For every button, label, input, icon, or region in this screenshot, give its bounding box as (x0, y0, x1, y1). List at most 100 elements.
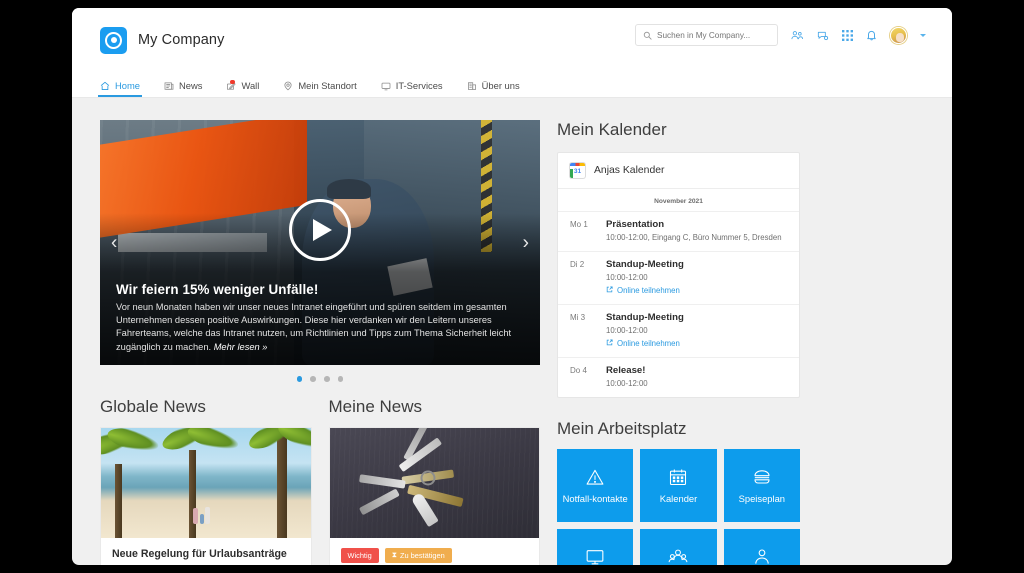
news-body: Wichtig ⧗Zu bestätigen Neue Büroschlüsse… (330, 538, 540, 565)
tile-label: Kalender (659, 492, 698, 504)
hero-carousel[interactable]: ‹ › Wir feiern 15% weniger Unfälle! Vor … (100, 120, 540, 365)
carousel-dots (100, 365, 540, 382)
tile-it-service-desk[interactable]: IT Service Desk (557, 529, 634, 565)
event-time: 10:00-12:00 (606, 379, 648, 388)
external-link-icon (606, 339, 613, 348)
home-icon (100, 81, 110, 91)
nav-item-wall[interactable]: Wall (226, 79, 260, 97)
chat-icon[interactable] (817, 30, 829, 41)
event-title: Release! (606, 365, 646, 376)
hero-read-more-link[interactable]: Mehr lesen » (214, 342, 268, 352)
event-day: Do 4 (570, 366, 587, 375)
tile-kalender[interactable]: Kalender (640, 449, 717, 522)
nav-item-home[interactable]: Home (97, 80, 143, 97)
event-time: 10:00-12:00 (606, 273, 648, 282)
news-body: Neue Regelung für Urlaubsanträge 4. Nove… (101, 538, 311, 565)
bell-icon[interactable] (866, 29, 877, 41)
calendar-event[interactable]: Di 2 Standup-Meeting 10:00-12:00 Online … (558, 251, 799, 304)
event-join-link[interactable]: Online teilnehmen (606, 286, 684, 295)
apps-grid-icon[interactable] (842, 29, 853, 41)
event-time: 10:00-12:00 (606, 326, 648, 335)
tile-speiseplan[interactable]: Speiseplan (723, 449, 800, 522)
left-column: ‹ › Wir feiern 15% weniger Unfälle! Vor … (100, 120, 540, 565)
notification-dot (230, 79, 236, 85)
right-column: Mein Kalender 31 Anjas Kalender November… (557, 120, 800, 565)
google-calendar-icon: 31 (570, 163, 585, 178)
nav-item-it-services[interactable]: IT-Services (381, 80, 443, 97)
carousel-dot[interactable] (337, 376, 344, 382)
news-card[interactable]: Neue Regelung für Urlaubsanträge 4. Nove… (100, 426, 312, 565)
calendar-owner: Anjas Kalender (594, 165, 665, 176)
event-time: 10:00-12:00, Eingang C, Büro Nummer 5, D… (606, 233, 782, 242)
newspaper-icon (164, 81, 174, 91)
play-button-icon[interactable] (289, 199, 351, 262)
search-icon (643, 31, 652, 40)
pencil-square-icon (226, 79, 237, 91)
chevron-down-icon[interactable] (920, 33, 926, 37)
carousel-dot[interactable] (296, 376, 303, 382)
workplace-tiles: Notfall-kontakte Kalender Speiseplan (557, 449, 800, 565)
nav-item-mein-standort[interactable]: Mein Standort (283, 80, 357, 97)
burger-icon (752, 467, 772, 487)
section-heading: Globale News (100, 396, 206, 416)
event-title: Präsentation (606, 219, 665, 230)
calendar-icon (668, 467, 688, 487)
app-header: My Company (72, 8, 952, 72)
monitor-icon (585, 547, 605, 565)
calendar-event[interactable]: Do 4 Release! 10:00-12:00 (558, 357, 799, 397)
section-heading: Meine News (328, 396, 423, 416)
building-icon (467, 81, 477, 91)
nav-label: Home (115, 80, 141, 91)
hero-title: Wir feiern 15% weniger Unfälle! (116, 281, 319, 297)
tile-notfallkontakte[interactable]: Notfall-kontakte (557, 449, 634, 522)
monitor-icon (381, 81, 391, 91)
calendar-event[interactable]: Mo 1 Präsentation 10:00-12:00, Eingang C… (558, 211, 799, 251)
search-box[interactable] (635, 24, 778, 46)
global-news-section: Globale News Neue Regelung für Urlaubsan… (100, 397, 312, 565)
search-input[interactable] (657, 30, 770, 40)
nav-label: IT-Services (395, 80, 443, 91)
brand-name: My Company (138, 32, 225, 48)
event-day: Mi 3 (570, 313, 586, 322)
header-actions (635, 24, 926, 46)
calendar-heading: Mein Kalender (557, 120, 667, 139)
event-join-link[interactable]: Online teilnehmen (606, 339, 684, 348)
carousel-dot[interactable] (310, 376, 316, 382)
news-image (101, 427, 311, 538)
nav-item-ueber-uns[interactable]: Über uns (467, 80, 520, 97)
page-content: ‹ › Wir feiern 15% weniger Unfälle! Vor … (72, 98, 952, 565)
event-day: Di 2 (570, 260, 585, 269)
nav-item-news[interactable]: News (164, 80, 202, 97)
tile-label: Speiseplan (738, 492, 786, 504)
location-pin-icon (283, 81, 293, 91)
people-icon[interactable] (791, 30, 804, 41)
brand[interactable]: My Company (100, 26, 225, 54)
event-title: Standup-Meeting (606, 259, 684, 270)
news-title: Neue Regelung für Urlaubsanträge (112, 547, 287, 560)
group-people-icon (668, 547, 688, 565)
event-day: Mo 1 (570, 220, 588, 229)
nav-label: News (179, 80, 203, 91)
external-link-icon (606, 286, 613, 295)
calendar-event[interactable]: Mi 3 Standup-Meeting 10:00-12:00 Online … (558, 304, 799, 357)
hero-body: Vor neun Monaten haben wir unser neues I… (116, 301, 512, 352)
status-badge: Wichtig (340, 547, 379, 563)
target-logo-icon (100, 26, 127, 54)
chevron-right-icon[interactable]: › (523, 233, 529, 252)
calendar-header[interactable]: 31 Anjas Kalender (558, 153, 799, 189)
tile-meine-gruppen[interactable]: Meine Gruppen (640, 529, 717, 565)
news-badges: Wichtig ⧗ Zu bestätigen (340, 547, 529, 563)
chevron-left-icon[interactable]: ‹ (111, 233, 117, 252)
hourglass-icon: ⧗ (391, 550, 397, 560)
person-icon (752, 547, 772, 565)
avatar[interactable] (890, 26, 907, 44)
news-image (329, 427, 539, 538)
app-window: My Company Suchen in My Company... Home … (72, 8, 952, 565)
calendar-widget: 31 Anjas Kalender November 2021 Mo 1 Prä… (557, 152, 800, 398)
tile-my-hr[interactable]: My HR (723, 529, 800, 565)
news-card[interactable]: Wichtig ⧗Zu bestätigen Neue Büroschlüsse… (328, 426, 540, 565)
carousel-dot[interactable] (324, 376, 330, 382)
nav-label: Wall (241, 80, 260, 91)
calendar-month: November 2021 (654, 198, 703, 205)
nav-label: Mein Standort (298, 80, 357, 91)
